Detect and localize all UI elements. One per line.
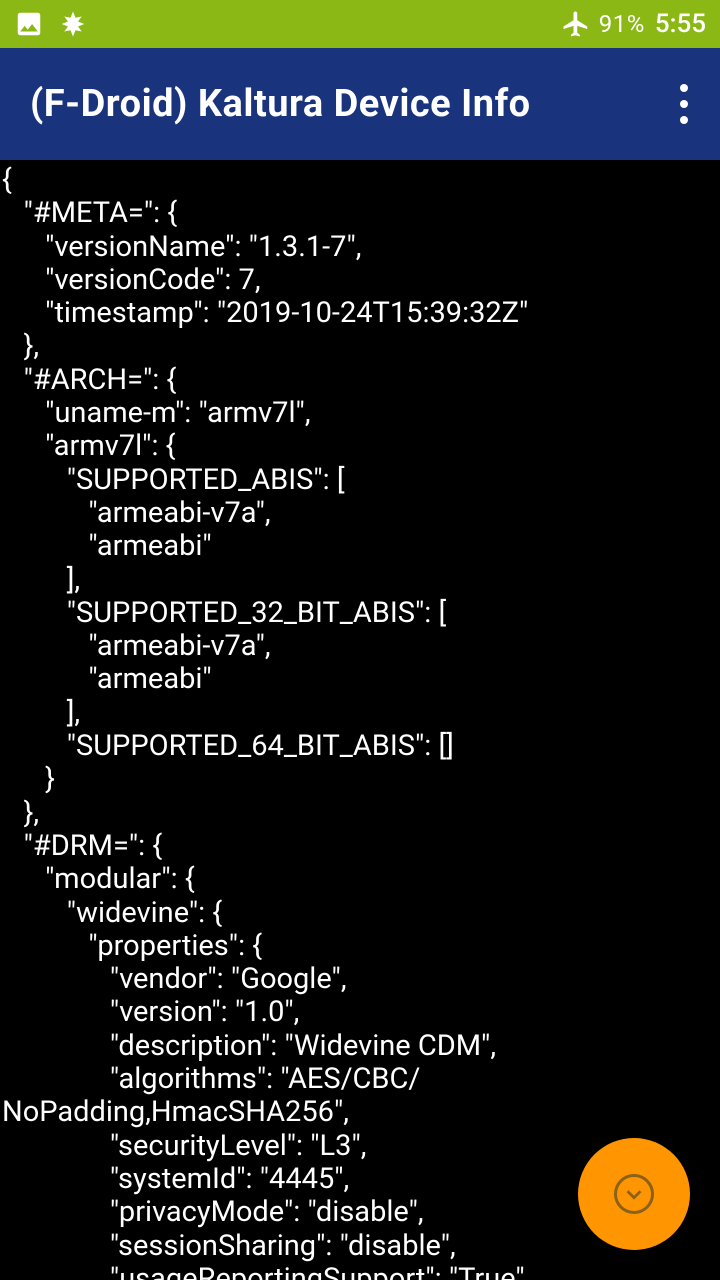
- app-title: (F-Droid) Kaltura Device Info: [30, 82, 531, 126]
- fab-button[interactable]: [578, 1138, 690, 1250]
- chevron-down-circle-icon: [614, 1174, 654, 1214]
- status-left: [14, 9, 88, 39]
- status-right: 91% 5:55: [561, 9, 706, 39]
- clock: 5:55: [655, 9, 706, 39]
- app-bar: (F-Droid) Kaltura Device Info: [0, 48, 720, 160]
- photo-icon: [14, 9, 44, 39]
- battery-percent: 91%: [599, 10, 645, 38]
- leaf-icon: [58, 9, 88, 39]
- status-bar: 91% 5:55: [0, 0, 720, 48]
- overflow-menu-button[interactable]: [668, 76, 700, 132]
- airplane-mode-icon: [561, 9, 591, 39]
- json-content[interactable]: { "#META=": { "versionName": "1.3.1-7", …: [0, 160, 720, 1280]
